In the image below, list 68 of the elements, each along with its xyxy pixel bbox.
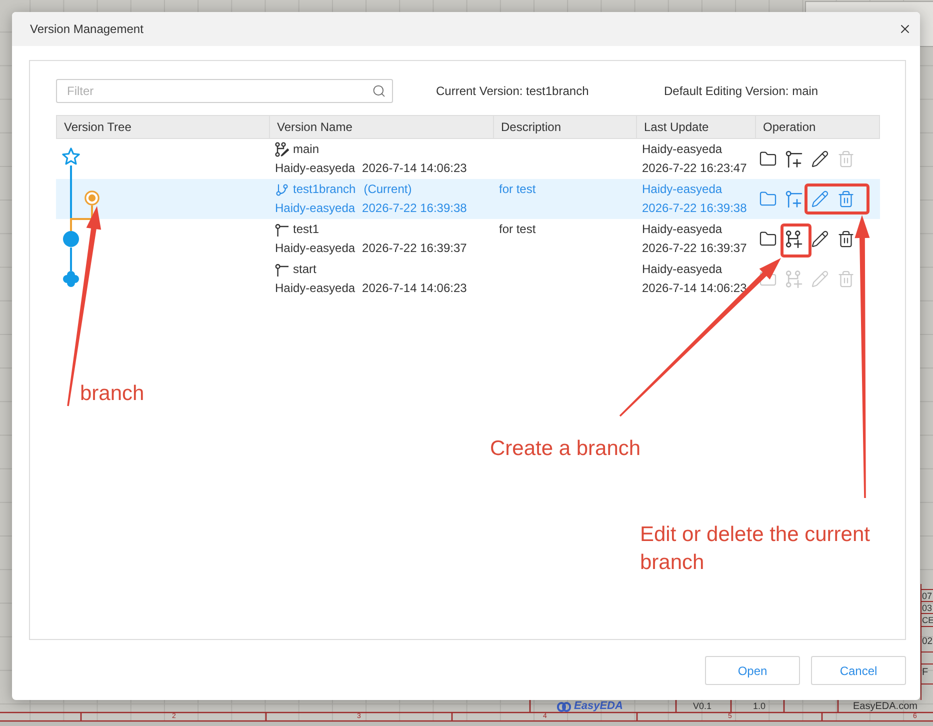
timestamp: 2026-7-14 14:06:23 — [362, 281, 467, 296]
title-block-text: 1.0 — [753, 702, 766, 711]
annotation-text: Create a branch — [490, 436, 642, 462]
author-name: Haidy-easyeda — [642, 222, 722, 237]
version-name: start — [293, 262, 316, 277]
timestamp: 2026-7-22 16:39:37 — [362, 241, 467, 256]
description-text: for test — [499, 222, 536, 237]
title-block-cell: 02 — [922, 637, 933, 646]
column-header: Last Update — [636, 116, 755, 138]
title-block-cell: 03 — [922, 604, 932, 612]
search-icon — [372, 84, 386, 98]
author-name: Haidy-easyeda — [275, 201, 356, 216]
version-name: test1 — [293, 222, 320, 237]
author-name: Haidy-easyeda — [642, 262, 722, 277]
pin-plus-icon[interactable] — [785, 150, 803, 168]
timestamp: 2026-7-22 16:39:38 — [642, 201, 747, 216]
annotation-text: branch — [80, 381, 146, 407]
folder-icon[interactable] — [759, 150, 777, 168]
column-header: Version Tree — [63, 119, 132, 136]
tree-line — [70, 248, 72, 271]
table-row[interactable]: main Haidy-easyeda 2026-7-14 14:06:23 Haidy-easyeda 2026-7-22 16:23:47 — [56, 139, 880, 179]
current-tag: (Current) — [364, 182, 412, 197]
title-block-cell: 07 — [922, 592, 932, 600]
timestamp: 2026-7-22 16:23:47 — [642, 161, 747, 176]
title-block-text: EasyEDA.com — [853, 702, 918, 712]
author-name: Haidy-easyeda — [275, 281, 356, 296]
highlight-frame — [780, 224, 812, 258]
version-name: test1branch — [293, 182, 356, 197]
author-name: Haidy-easyeda — [275, 161, 356, 176]
branch-pencil-icon — [275, 142, 289, 157]
author-name: Haidy-easyeda — [275, 241, 356, 256]
cross-icon — [63, 271, 79, 287]
branch-connector — [70, 205, 93, 231]
column-header: Description — [493, 116, 636, 138]
folder-icon[interactable] — [759, 230, 777, 248]
branch-icon — [275, 182, 289, 196]
pin-icon — [275, 262, 289, 276]
current-version-label: Current Version: test1branch — [436, 84, 590, 98]
open-button[interactable]: Open — [705, 656, 800, 685]
star-icon — [62, 148, 80, 165]
highlight-frame — [804, 184, 870, 214]
column-header: Version Name — [269, 116, 493, 138]
description-text: for test — [499, 182, 536, 197]
close-icon — [898, 22, 912, 36]
logo-text: EasyEDA — [574, 701, 623, 712]
dot-icon — [63, 231, 79, 247]
pin-icon — [275, 222, 289, 236]
timestamp: 2026-7-14 14:06:23 — [362, 161, 467, 176]
annotation-text: Edit or delete the current branch — [640, 522, 871, 576]
branch-plus-icon[interactable] — [785, 230, 803, 248]
default-version-label: Default Editing Version: main — [664, 84, 818, 98]
timestamp: 2026-7-14 14:06:23 — [642, 281, 747, 296]
timestamp: 2026-7-22 16:39:37 — [642, 241, 747, 256]
pencil-icon[interactable] — [811, 150, 829, 168]
filter-field[interactable]: Filter — [56, 79, 393, 103]
version-name: main — [293, 142, 320, 157]
pencil-icon[interactable] — [811, 230, 829, 248]
title-block-cell: F — [922, 668, 928, 678]
trash-icon[interactable] — [837, 230, 855, 248]
author-name: Haidy-easyeda — [642, 142, 722, 157]
author-name: Haidy-easyeda — [642, 182, 722, 197]
window-title: Version Management — [30, 22, 144, 36]
cancel-button[interactable]: Cancel — [811, 656, 906, 685]
tree-line — [70, 166, 72, 219]
column-header: Operation — [755, 116, 881, 138]
timestamp: 2026-7-22 16:39:38 — [362, 201, 467, 216]
chain-link-icon — [557, 702, 571, 712]
title-block-text: V0.1 — [693, 702, 712, 711]
